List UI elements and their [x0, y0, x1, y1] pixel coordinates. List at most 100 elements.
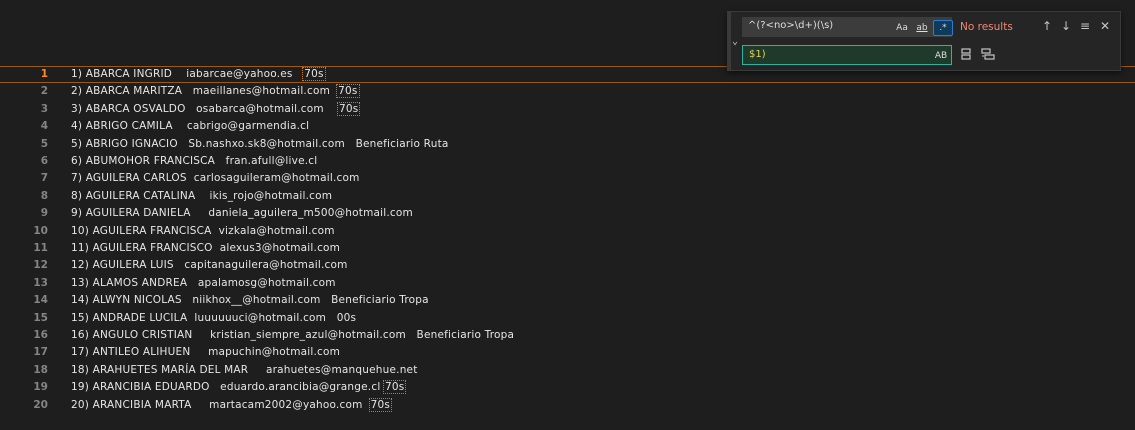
line-text: 17) ANTILEO ALIHUEN mapuchin@hotmail.com — [71, 346, 341, 359]
line-content: 3) ABARCA OSVALDO osabarca@hotmail.com 7… — [71, 101, 361, 117]
editor-line[interactable]: 2 2) ABARCA MARITZA maeillanes@hotmail.co… — [0, 83, 1135, 99]
line-text: 19) ARANCIBIA EDUARDO eduardo.arancibia@… — [71, 381, 384, 394]
line-number: 3 — [40, 102, 48, 115]
line-text: 1) ABARCA INGRID iabarcae@yahoo.es — [71, 68, 304, 80]
editor-line[interactable]: 17 17) ANTILEO ALIHUEN mapuchin@hotmail.c… — [0, 344, 1135, 360]
line-text: 12) AGUILERA LUIS capitanaguilera@hotmai… — [71, 259, 348, 272]
editor-line[interactable]: 9 9) AGUILERA DANIELA daniela_aguilera_m5… — [0, 205, 1135, 221]
line-number: 7 — [40, 172, 48, 185]
editor-line[interactable]: 16 16) ANGULO CRISTIAN kristian_siempre_a… — [0, 327, 1135, 343]
editor-line[interactable]: 8 8) AGUILERA CATALINA ikis_rojo@hotmail.… — [0, 188, 1135, 204]
line-text: 4) ABRIGO CAMILA cabrigo@garmendia.cl — [71, 120, 310, 133]
line-content: 10) AGUILERA FRANCISCA vizkala@hotmail.c… — [71, 223, 335, 239]
line-content: 17) ANTILEO ALIHUEN mapuchin@hotmail.com — [71, 344, 340, 360]
find-status: No results — [960, 21, 1013, 33]
match-highlight: 70s — [368, 397, 393, 412]
editor-line[interactable]: 3 3) ABARCA OSVALDO osabarca@hotmail.com … — [0, 101, 1135, 117]
line-text: 16) ANGULO CRISTIAN kristian_siempre_azu… — [71, 329, 515, 341]
line-text: 2) ABARCA MARITZA maeillanes@hotmail.com — [71, 85, 338, 98]
line-content: 1) ABARCA INGRID iabarcae@yahoo.es 70s — [71, 67, 326, 82]
find-input[interactable]: ^(?<no>\d+)(\s) Aa ab .* — [742, 17, 953, 37]
line-number: 6 — [40, 155, 48, 167]
line-content: 18) ARAHUETES MARÍA DEL MAR arahuetes@ma… — [71, 362, 418, 378]
line-number: 18 — [33, 363, 48, 376]
close-icon[interactable]: ✕ — [1097, 18, 1113, 34]
editor-line[interactable]: 13 13) ALAMOS ANDREA apalamosg@hotmail.co… — [0, 275, 1135, 291]
editor-line[interactable]: 12 12) AGUILERA LUIS capitanaguilera@hotm… — [0, 257, 1135, 273]
match-highlight: 70s — [336, 101, 361, 116]
editor-line[interactable]: 20 20) ARANCIBIA MARTA martacam2002@yahoo… — [0, 397, 1135, 413]
line-number: 11 — [33, 242, 48, 254]
line-content: 9) AGUILERA DANIELA daniela_aguilera_m50… — [71, 205, 413, 221]
line-number: 4 — [40, 120, 48, 133]
editor-line[interactable]: 10 10) AGUILERA FRANCISCA vizkala@hotmail… — [0, 223, 1135, 239]
line-text: 20) ARANCIBIA MARTA martacam2002@yahoo.c… — [71, 398, 370, 411]
editor-line[interactable]: 19 19) ARANCIBIA EDUARDO eduardo.arancibi… — [0, 379, 1135, 395]
line-text: 9) AGUILERA DANIELA daniela_aguilera_m50… — [71, 207, 413, 220]
editor-line[interactable]: 15 15) ANDRADE LUCILA luuuuuuci@hotmail.c… — [0, 310, 1135, 326]
editor-line[interactable]: 14 14) ALWYN NICOLAS niikhox__@hotmail.co… — [0, 292, 1135, 308]
preserve-case-button[interactable]: AB — [931, 48, 951, 64]
line-number: 1 — [40, 68, 48, 80]
line-content: 6) ABUMOHOR FRANCISCA fran.afull@live.cl — [71, 153, 317, 169]
line-number: 14 — [33, 294, 48, 307]
line-content: 13) ALAMOS ANDREA apalamosg@hotmail.com — [71, 275, 336, 291]
line-content: 7) AGUILERA CARLOS carlosaguileram@hotma… — [71, 170, 360, 186]
line-text: 8) AGUILERA CATALINA ikis_rojo@hotmail.c… — [71, 189, 333, 202]
line-content: 2) ABARCA MARITZA maeillanes@hotmail.com… — [71, 83, 360, 99]
match-highlight: 70s — [382, 380, 407, 395]
match-highlight: 70s — [302, 67, 326, 81]
whole-word-button[interactable]: ab — [912, 20, 932, 36]
line-content: 16) ANGULO CRISTIAN kristian_siempre_azu… — [71, 327, 514, 343]
toggle-replace-chevron-icon[interactable]: ⌄ — [728, 12, 742, 70]
line-number: 15 — [33, 311, 48, 324]
line-content: 19) ARANCIBIA EDUARDO eduardo.arancibia@… — [71, 379, 407, 395]
line-text: 5) ABRIGO IGNACIO Sb.nashxo.sk8@hotmail.… — [71, 137, 449, 150]
line-number: 20 — [33, 398, 48, 411]
line-number: 2 — [40, 85, 48, 98]
editor-line[interactable]: 5 5) ABRIGO IGNACIO Sb.nashxo.sk8@hotmail… — [0, 136, 1135, 152]
line-content: 11) AGUILERA FRANCISCO alexus3@hotmail.c… — [71, 240, 340, 256]
line-number: 17 — [33, 346, 48, 359]
line-content: 4) ABRIGO CAMILA cabrigo@garmendia.cl — [71, 118, 309, 134]
line-content: 8) AGUILERA CATALINA ikis_rojo@hotmail.c… — [71, 188, 332, 204]
replace-input[interactable]: $1) AB — [742, 45, 952, 65]
line-content: 15) ANDRADE LUCILA luuuuuuci@hotmail.com… — [71, 310, 356, 326]
editor-line[interactable]: 6 6) ABUMOHOR FRANCISCA fran.afull@live.c… — [0, 153, 1135, 169]
editor-line[interactable]: 7 7) AGUILERA CARLOS carlosaguileram@hotm… — [0, 170, 1135, 186]
line-number: 13 — [33, 276, 48, 289]
match-case-button[interactable]: Aa — [892, 20, 912, 36]
line-content: 12) AGUILERA LUIS capitanaguilera@hotmai… — [71, 257, 348, 273]
line-text: 15) ANDRADE LUCILA luuuuuuci@hotmail.com… — [71, 311, 357, 324]
previous-match-arrow-up-icon[interactable]: ↑ — [1039, 18, 1055, 34]
replace-value: $1) — [749, 49, 766, 60]
find-widget: ⌄ ^(?<no>\d+)(\s) Aa ab .* No results ↑ … — [727, 11, 1121, 71]
line-text: 3) ABARCA OSVALDO osabarca@hotmail.com — [71, 102, 338, 115]
find-in-selection-icon[interactable]: ≡ — [1077, 18, 1093, 34]
find-query: ^(?<no>\d+)(\s) — [748, 20, 834, 31]
line-text: 13) ALAMOS ANDREA apalamosg@hotmail.com — [71, 276, 336, 289]
regex-button[interactable]: .* — [933, 20, 953, 36]
line-text: 7) AGUILERA CARLOS carlosaguileram@hotma… — [71, 172, 360, 185]
editor-line[interactable]: 18 18) ARAHUETES MARÍA DEL MAR arahuetes@… — [0, 362, 1135, 378]
line-text: 11) AGUILERA FRANCISCO alexus3@hotmail.c… — [71, 242, 341, 254]
line-text: 18) ARAHUETES MARÍA DEL MAR arahuetes@ma… — [71, 363, 418, 376]
line-number: 5 — [40, 137, 48, 150]
editor[interactable]: 1 1) ABARCA INGRID iabarcae@yahoo.es 70s 2… — [0, 66, 1135, 430]
line-text: 6) ABUMOHOR FRANCISCA fran.afull@live.cl — [71, 155, 318, 167]
next-match-arrow-down-icon[interactable]: ↓ — [1058, 18, 1074, 34]
line-content: 14) ALWYN NICOLAS niikhox__@hotmail.com … — [71, 292, 429, 308]
match-highlight: 70s — [336, 84, 360, 99]
replace-all-icon[interactable] — [980, 47, 996, 63]
replace-icon[interactable] — [958, 47, 974, 63]
editor-line[interactable]: 11 11) AGUILERA FRANCISCO alexus3@hotmail… — [0, 240, 1135, 256]
line-content: 20) ARANCIBIA MARTA martacam2002@yahoo.c… — [71, 397, 393, 413]
line-text: 14) ALWYN NICOLAS niikhox__@hotmail.com … — [71, 294, 429, 307]
editor-line[interactable]: 4 4) ABRIGO CAMILA cabrigo@garmendia.cl — [0, 118, 1135, 134]
line-content: 5) ABRIGO IGNACIO Sb.nashxo.sk8@hotmail.… — [71, 136, 449, 152]
line-number: 16 — [33, 329, 48, 341]
line-number: 19 — [33, 381, 48, 394]
line-number: 12 — [33, 259, 48, 272]
line-text: 10) AGUILERA FRANCISCA vizkala@hotmail.c… — [71, 224, 335, 237]
line-number: 8 — [40, 189, 48, 202]
